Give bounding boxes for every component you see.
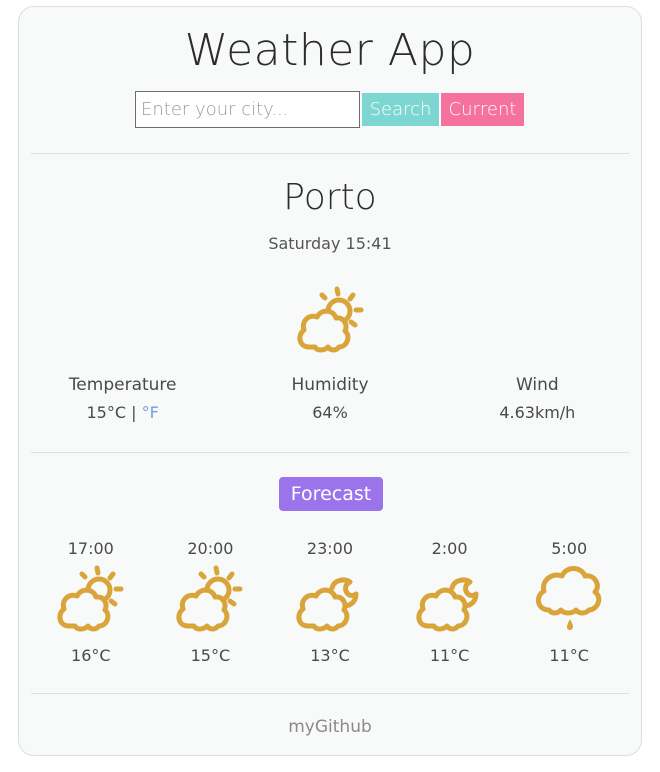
weather-card: Weather App Search Current Porto Saturda… (18, 6, 642, 756)
current-stats: Temperature 15°C | °F Humidity 64% Wind … (19, 375, 641, 422)
forecast-badge: Forecast (279, 477, 383, 511)
partly-cloudy-day-icon (57, 565, 124, 632)
city-search-input[interactable] (135, 90, 360, 128)
search-button[interactable]: Search (362, 92, 439, 126)
wind-label: Wind (515, 375, 559, 395)
forecast-time: 23:00 (306, 539, 354, 558)
humidity-stat: Humidity 64% (226, 375, 433, 422)
temperature-stat: Temperature 15°C | °F (19, 375, 226, 422)
app-title: Weather App (184, 25, 476, 76)
forecast-time: 17:00 (67, 539, 114, 558)
forecast-time: 2:00 (431, 539, 468, 558)
temperature-label: Temperature (68, 375, 177, 395)
forecast-temp: 11°C (429, 646, 470, 665)
forecast-list: 17:00 16°C 20:00 15°C 23:00 13°C 2:00 11… (31, 539, 629, 665)
forecast-item: 20:00 15°C (151, 539, 271, 665)
temperature-celsius: 15°C (86, 403, 127, 422)
city-name: Porto (283, 177, 377, 218)
divider (31, 452, 629, 453)
partly-cloudy-night-icon (415, 577, 479, 632)
forecast-temp: 16°C (71, 646, 111, 665)
forecast-time: 20:00 (187, 539, 234, 558)
current-location-button[interactable]: Current (441, 92, 524, 126)
temperature-value-row: 15°C | °F (19, 403, 226, 422)
forecast-time: 5:00 (551, 539, 588, 558)
partly-cloudy-day-icon (176, 565, 243, 632)
wind-stat: Wind 4.63km/h (434, 375, 641, 422)
rain-icon (536, 566, 602, 630)
github-link[interactable]: myGithub (19, 717, 641, 737)
divider (31, 153, 629, 154)
forecast-temp: 11°C (549, 646, 589, 665)
humidity-label: Humidity (291, 375, 369, 395)
fahrenheit-link[interactable]: °F (142, 403, 159, 422)
humidity-value: 64% (312, 403, 348, 422)
unit-separator: | (131, 403, 137, 422)
forecast-item: 5:00 11°C (509, 539, 629, 665)
forecast-item: 17:00 16°C (31, 539, 151, 665)
partly-cloudy-day-icon (297, 286, 364, 353)
forecast-item: 2:00 11°C (390, 539, 510, 665)
partly-cloudy-night-icon (296, 577, 359, 632)
search-form: Search Current (135, 90, 524, 128)
current-datetime: Saturday 15:41 (268, 234, 392, 253)
forecast-item: 23:00 13°C (270, 539, 390, 665)
forecast-temp: 15°C (190, 646, 231, 665)
divider (31, 693, 629, 694)
forecast-temp: 13°C (310, 646, 350, 665)
wind-value: 4.63km/h (499, 403, 576, 422)
